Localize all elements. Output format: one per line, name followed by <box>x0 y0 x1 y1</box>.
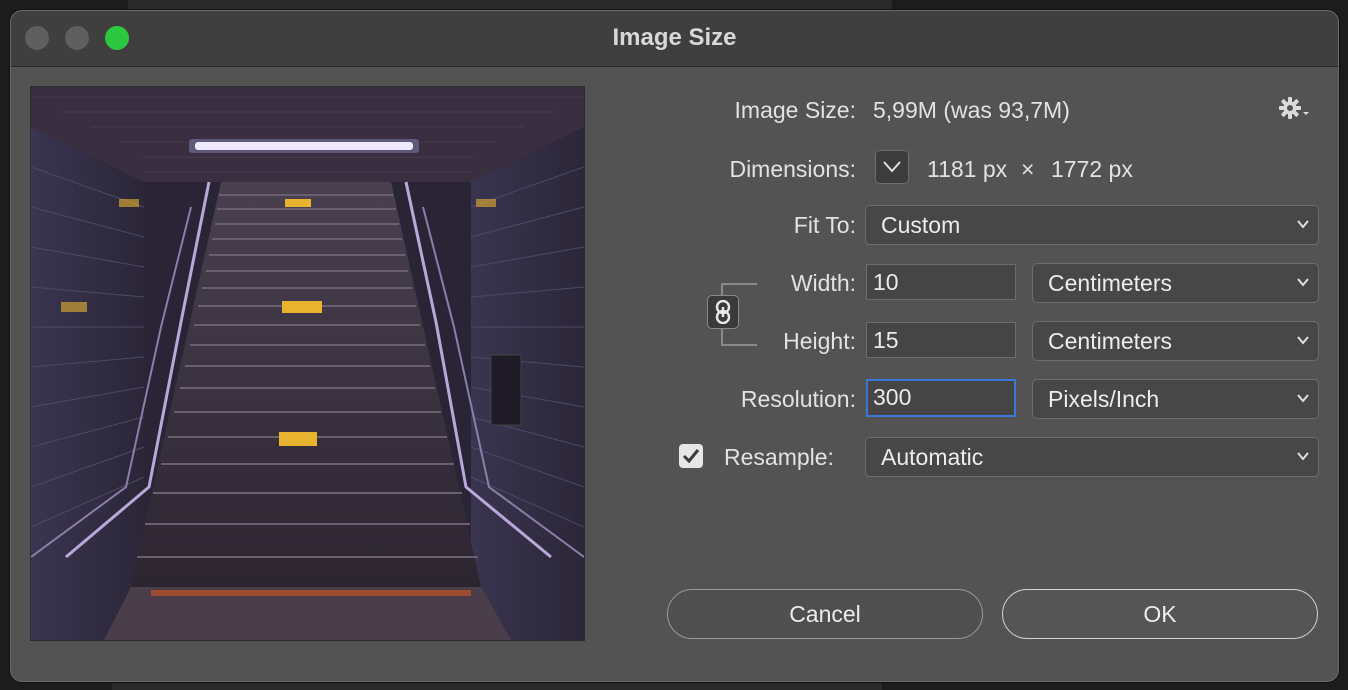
height-label: Height: <box>783 328 856 354</box>
image-size-value: 5,99M (was 93,7M) <box>873 97 1070 123</box>
resample-select[interactable]: Automatic <box>865 437 1319 477</box>
image-size-dialog: Image Size Image Size: 5,99M (was 93,7M)… <box>10 10 1339 682</box>
fit-to-label: Fit To: <box>793 212 856 238</box>
chevron-down-icon <box>1297 278 1309 287</box>
gear-icon[interactable] <box>1279 96 1313 127</box>
resolution-unit-selected: Pixels/Inch <box>1048 386 1160 412</box>
fit-to-select[interactable]: Custom <box>865 205 1319 245</box>
chevron-down-icon <box>1297 336 1309 345</box>
resample-selected: Automatic <box>881 444 984 470</box>
height-unit-select[interactable]: Centimeters <box>1032 321 1319 361</box>
image-size-label: Image Size: <box>734 97 856 123</box>
resample-label: Resample: <box>724 444 834 470</box>
fit-to-selected: Custom <box>881 212 961 238</box>
chevron-down-icon <box>1297 220 1309 229</box>
ok-button[interactable]: OK <box>1002 589 1318 639</box>
dialog-title: Image Size <box>612 24 737 51</box>
height-unit-selected: Centimeters <box>1048 328 1172 354</box>
chevron-down-icon <box>1297 394 1309 403</box>
height-input[interactable]: 15 <box>866 322 1016 358</box>
resolution-label: Resolution: <box>740 386 856 412</box>
title-bar: Image Size <box>11 11 1338 67</box>
dimensions-unit-toggle[interactable] <box>875 150 909 184</box>
cancel-button[interactable]: Cancel <box>667 589 983 639</box>
stairway-preview-image <box>31 87 584 640</box>
resolution-input[interactable]: 300 <box>866 379 1016 417</box>
width-input[interactable]: 10 <box>866 264 1016 300</box>
constrain-proportions-button[interactable] <box>707 295 739 329</box>
width-unit-selected: Centimeters <box>1048 270 1172 296</box>
checkmark-icon <box>682 449 700 464</box>
resample-checkbox[interactable] <box>679 444 703 468</box>
resolution-unit-select[interactable]: Pixels/Inch <box>1032 379 1319 419</box>
width-label: Width: <box>790 270 856 296</box>
dimensions-width-value: 1181 px <box>927 156 1008 182</box>
dimensions-times-sign: × <box>1021 156 1035 182</box>
chevron-down-icon <box>1297 452 1309 461</box>
image-preview[interactable] <box>30 86 585 641</box>
width-unit-select[interactable]: Centimeters <box>1032 263 1319 303</box>
dimensions-height-value: 1772 px <box>1051 156 1133 182</box>
chevron-down-icon <box>883 161 901 173</box>
chain-link-icon <box>715 300 731 324</box>
dimensions-label: Dimensions: <box>729 156 856 182</box>
